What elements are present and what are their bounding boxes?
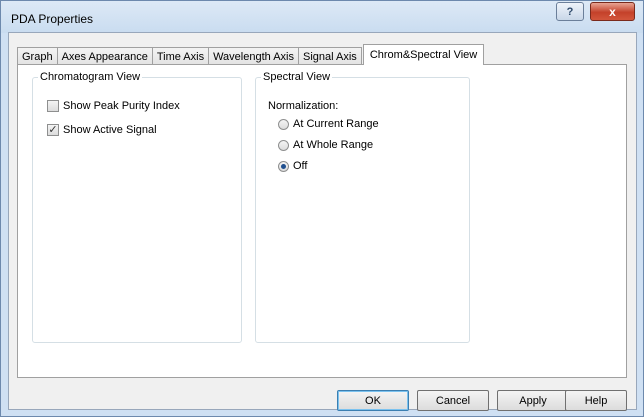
close-button[interactable]: x xyxy=(590,2,635,21)
tab-time-axis[interactable]: Time Axis xyxy=(151,47,210,65)
tab-axes-appearance[interactable]: Axes Appearance xyxy=(56,47,153,65)
tab-signal-axis[interactable]: Signal Axis xyxy=(298,47,362,65)
show-active-signal-checkbox[interactable]: ✓ Show Active Signal xyxy=(47,124,157,136)
radio-at-whole-range[interactable]: At Whole Range xyxy=(278,139,373,151)
spectral-view-title: Spectral View xyxy=(261,71,333,83)
tab-panel: Chromatogram View Show Peak Purity Index… xyxy=(17,64,627,378)
dialog-client-area: Graph Axes Appearance Time Axis Waveleng… xyxy=(8,32,637,411)
checkbox-label: Show Peak Purity Index xyxy=(63,100,180,112)
tab-strip: Graph Axes Appearance Time Axis Waveleng… xyxy=(17,43,485,65)
radio-label: Off xyxy=(293,160,308,172)
help-button[interactable]: Help xyxy=(565,390,627,411)
ok-button[interactable]: OK xyxy=(337,390,409,411)
tab-wavelength-axis[interactable]: Wavelength Axis xyxy=(208,47,299,65)
checkbox-label: Show Active Signal xyxy=(63,124,157,136)
title-bar[interactable]: PDA Properties ? x xyxy=(1,1,643,33)
help-caption-button[interactable]: ? xyxy=(556,2,584,21)
chromatogram-view-title: Chromatogram View xyxy=(38,71,143,83)
tab-graph[interactable]: Graph xyxy=(17,47,58,65)
radio-circle xyxy=(278,160,289,172)
tab-chrom-spectral-view[interactable]: Chrom&Spectral View xyxy=(362,44,485,65)
radio-label: At Current Range xyxy=(293,118,379,130)
checkbox-box: ✓ xyxy=(47,124,59,136)
dialog-window: PDA Properties ? x Graph Axes Appearance… xyxy=(0,0,644,417)
normalization-label: Normalization: xyxy=(268,100,339,112)
radio-label: At Whole Range xyxy=(293,139,374,151)
show-peak-purity-index-checkbox[interactable]: Show Peak Purity Index xyxy=(47,100,180,112)
checkbox-box xyxy=(47,100,59,112)
radio-circle xyxy=(278,139,289,151)
radio-at-current-range[interactable]: At Current Range xyxy=(278,118,379,130)
cancel-button[interactable]: Cancel xyxy=(417,390,489,411)
radio-selected-dot xyxy=(281,163,286,169)
radio-off[interactable]: Off xyxy=(278,160,307,172)
spectral-view-group: Spectral View Normalization: At Current … xyxy=(255,71,470,343)
question-mark-icon: ? xyxy=(566,5,574,18)
radio-circle xyxy=(278,118,289,130)
apply-button[interactable]: Apply xyxy=(497,390,569,411)
window-title: PDA Properties xyxy=(11,12,94,26)
close-icon: x xyxy=(609,4,616,19)
chromatogram-view-group: Chromatogram View Show Peak Purity Index… xyxy=(32,71,242,343)
checkmark-icon: ✓ xyxy=(48,123,58,136)
